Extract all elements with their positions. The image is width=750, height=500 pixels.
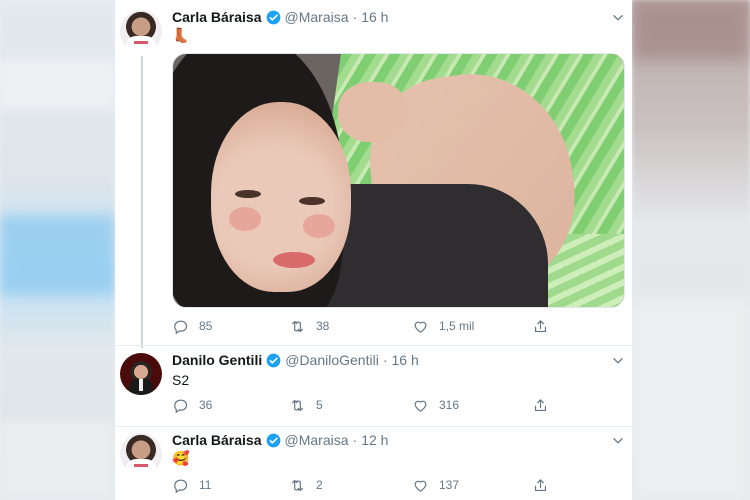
- separator-dot: ·: [352, 432, 358, 448]
- retweet-icon: [291, 399, 304, 412]
- timestamp[interactable]: 16 h: [392, 351, 419, 369]
- reply-button[interactable]: 36: [172, 397, 212, 414]
- retweet-icon: [291, 320, 304, 333]
- like-button[interactable]: 1,5 mil: [412, 318, 474, 335]
- share-button[interactable]: [532, 318, 559, 335]
- like-icon: [414, 400, 427, 412]
- reply-icon: [174, 479, 188, 493]
- timestamp[interactable]: 12 h: [361, 431, 388, 449]
- verified-icon: [266, 10, 280, 24]
- tweet-header: Carla Báraisa @Maraisa · 16 h: [172, 8, 388, 26]
- reply-icon: [174, 399, 188, 413]
- blurred-background-right: [632, 0, 750, 500]
- reply-button[interactable]: 85: [172, 318, 212, 335]
- retweet-button[interactable]: 2: [289, 477, 323, 494]
- timestamp[interactable]: 16 h: [361, 8, 388, 26]
- verified-icon: [266, 433, 280, 447]
- avatar-carla[interactable]: [120, 433, 162, 475]
- avatar-carla[interactable]: [120, 10, 162, 52]
- author-name[interactable]: Carla Báraisa: [172, 8, 262, 26]
- chevron-down-icon[interactable]: [611, 354, 625, 368]
- tweet-text: 🥰: [172, 450, 190, 466]
- like-button[interactable]: 137: [412, 477, 459, 494]
- chevron-down-icon[interactable]: [611, 11, 625, 25]
- author-handle[interactable]: @Maraisa: [285, 8, 349, 26]
- author-name[interactable]: Danilo Gentili: [172, 351, 262, 369]
- reply-count: 11: [199, 478, 212, 492]
- retweet-count: 2: [316, 478, 323, 492]
- tweet-text: S2: [172, 372, 190, 388]
- blurred-background-left: [0, 0, 115, 500]
- like-count: 1,5 mil: [439, 319, 475, 333]
- share-icon: [534, 479, 547, 492]
- tweet-actions: 11 2 137: [172, 477, 612, 497]
- author-handle[interactable]: @DaniloGentili: [285, 351, 379, 369]
- like-icon: [414, 321, 427, 333]
- share-button[interactable]: [532, 397, 559, 414]
- avatar-danilo[interactable]: [120, 353, 162, 395]
- retweet-icon: [291, 479, 304, 492]
- reply-count: 36: [199, 398, 213, 412]
- reply-icon: [174, 320, 188, 334]
- author-name[interactable]: Carla Báraisa: [172, 431, 262, 449]
- author-handle[interactable]: @Maraisa: [285, 431, 349, 449]
- thread-line: [141, 56, 143, 348]
- share-icon: [534, 399, 547, 412]
- retweet-button[interactable]: 5: [289, 397, 323, 414]
- tweet-2[interactable]: Danilo Gentili @DaniloGentili · 16 h S2 …: [115, 346, 632, 426]
- tweet-header: Danilo Gentili @DaniloGentili · 16 h: [172, 351, 419, 369]
- retweet-button[interactable]: 38: [289, 318, 329, 335]
- verified-icon: [266, 353, 281, 367]
- tweet-3[interactable]: Carla Báraisa @Maraisa · 12 h 🥰 11 2 137: [115, 427, 632, 500]
- separator-dot: ·: [382, 352, 388, 368]
- tweet-1[interactable]: Carla Báraisa @Maraisa · 16 h 👢 85 38 1,…: [115, 0, 632, 348]
- like-icon: [414, 480, 427, 492]
- share-icon: [534, 320, 547, 333]
- like-count: 137: [439, 478, 460, 492]
- share-button[interactable]: [532, 477, 559, 494]
- tweet-photo[interactable]: [172, 53, 625, 308]
- tweet-actions: 85 38 1,5 mil: [172, 318, 612, 338]
- retweet-count: 38: [316, 319, 330, 333]
- tweet-text: 👢: [172, 27, 190, 43]
- like-button[interactable]: 316: [412, 397, 459, 414]
- tweet-actions: 36 5 316: [172, 397, 612, 417]
- reply-count: 85: [199, 319, 213, 333]
- retweet-count: 5: [316, 398, 323, 412]
- reply-button[interactable]: 11: [172, 477, 211, 494]
- chevron-down-icon[interactable]: [611, 434, 625, 448]
- like-count: 316: [439, 398, 460, 412]
- tweet-header: Carla Báraisa @Maraisa · 12 h: [172, 431, 388, 449]
- tweet-thread: Carla Báraisa @Maraisa · 16 h 👢 85 38 1,…: [115, 0, 632, 500]
- separator-dot: ·: [352, 9, 358, 25]
